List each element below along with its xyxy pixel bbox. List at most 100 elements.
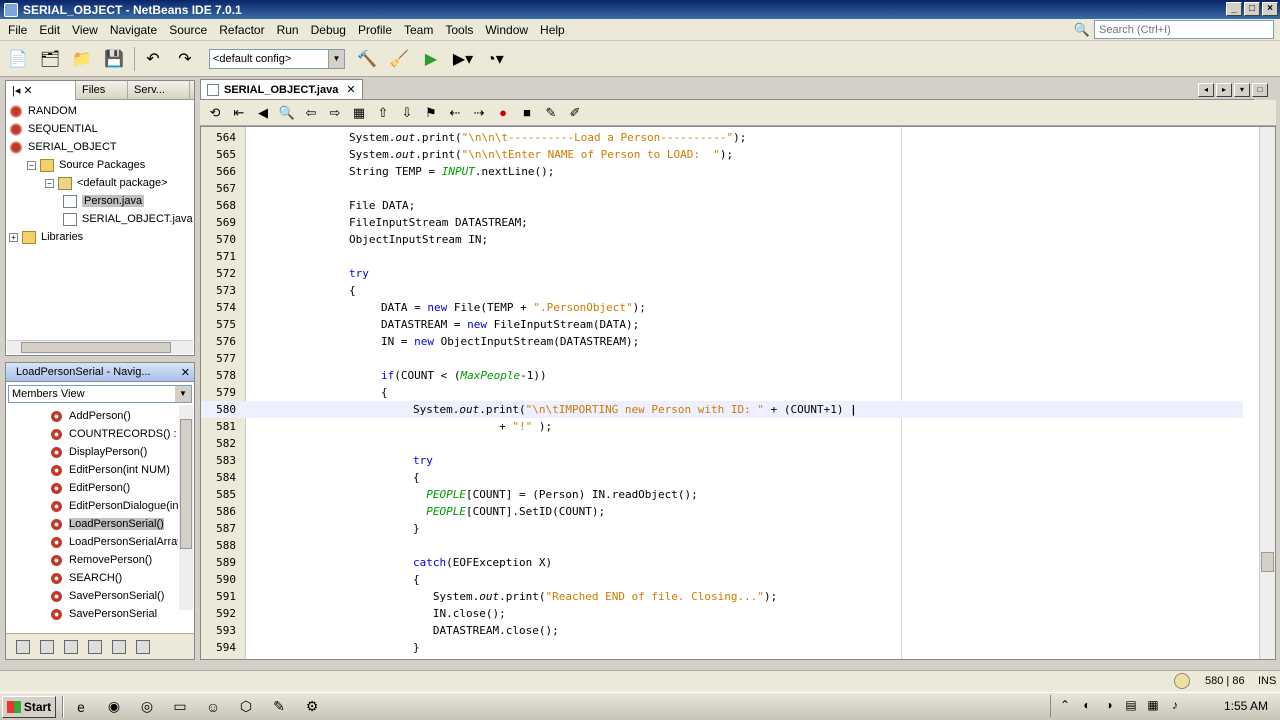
member-item[interactable]: SavePersonSerial	[6, 605, 178, 623]
show-fields-icon[interactable]	[40, 639, 54, 654]
tray-clipboard-icon[interactable]: ▤	[1123, 698, 1139, 714]
expand-icon[interactable]: −	[27, 160, 36, 170]
member-item[interactable]: RemovePerson()	[6, 551, 178, 569]
menu-debug[interactable]: Debug	[305, 23, 352, 37]
start-macro-icon[interactable]: ●	[494, 104, 512, 122]
new-file-icon[interactable]: 📄	[6, 47, 30, 71]
tab-files[interactable]: Files	[76, 80, 128, 100]
find-previous-icon[interactable]: ⇦	[302, 104, 320, 122]
close-icon[interactable]: ✕	[346, 83, 355, 96]
volume-icon[interactable]: ♪	[1167, 698, 1183, 714]
menu-run[interactable]: Run	[271, 23, 305, 37]
sort-by-source-icon[interactable]	[136, 639, 150, 654]
search-icon[interactable]: 🔍	[1070, 22, 1094, 38]
save-all-icon[interactable]: 💾	[102, 47, 126, 71]
close-button[interactable]: ×	[1262, 2, 1278, 16]
next-bookmark-icon[interactable]: ⇩	[398, 104, 416, 122]
debug-icon[interactable]: ▶▾	[451, 47, 475, 71]
member-item[interactable]: AddPerson()	[6, 407, 178, 425]
menu-source[interactable]: Source	[163, 23, 213, 37]
scroll-tabs-right-icon[interactable]: ▸	[1216, 83, 1232, 97]
member-item[interactable]: LoadPersonSerial()	[6, 515, 178, 533]
notifications-icon[interactable]	[1174, 673, 1190, 689]
menu-file[interactable]: File	[2, 23, 33, 37]
show-non-public-icon[interactable]	[88, 639, 102, 654]
maximize-button[interactable]: □	[1244, 2, 1260, 16]
tray-update-icon[interactable]: ◑	[1101, 698, 1117, 714]
show-hidden-icons-icon[interactable]: ⌃	[1057, 698, 1073, 714]
scroll-tabs-left-icon[interactable]: ◂	[1198, 83, 1214, 97]
open-project-icon[interactable]: 📁	[70, 47, 94, 71]
uncomment-icon[interactable]: ✐	[566, 104, 584, 122]
find-next-icon[interactable]: ⇨	[326, 104, 344, 122]
undo-icon[interactable]: ↶	[141, 47, 165, 71]
app-icon[interactable]: ☺	[202, 696, 224, 718]
last-edit-icon[interactable]: ⇤	[230, 104, 248, 122]
tray-app-icon[interactable]: ◐	[1079, 698, 1095, 714]
tab-services[interactable]: Serv...	[128, 80, 190, 100]
firefox-icon[interactable]: ◉	[103, 696, 125, 718]
show-static-icon[interactable]	[64, 639, 78, 654]
menu-tools[interactable]: Tools	[439, 23, 479, 37]
menu-edit[interactable]: Edit	[33, 23, 66, 37]
shift-right-icon[interactable]: ⇢	[470, 104, 488, 122]
profile-icon[interactable]: ◔▾	[483, 47, 507, 71]
search-input[interactable]	[1094, 20, 1274, 39]
member-item[interactable]: SavePersonSerial()	[6, 587, 178, 605]
menu-view[interactable]: View	[66, 23, 104, 37]
network-icon[interactable]: ▦	[1145, 698, 1161, 714]
member-item[interactable]: DisplayPerson()	[6, 443, 178, 461]
menu-window[interactable]: Window	[479, 23, 534, 37]
chrome-icon[interactable]: ◎	[136, 696, 158, 718]
member-item[interactable]: COUNTRECORDS() : int	[6, 425, 178, 443]
editor-vertical-scrollbar[interactable]	[1259, 127, 1275, 659]
expand-icon[interactable]: −	[45, 178, 54, 188]
member-item[interactable]: EditPerson()	[6, 479, 178, 497]
new-project-icon[interactable]: 🗂	[38, 47, 62, 71]
previous-bookmark-icon[interactable]: ⇧	[374, 104, 392, 122]
members-view-select[interactable]: Members View ▼	[8, 385, 192, 403]
code-editor[interactable]: 564 System.out.print("\n\n\t----------Loa…	[200, 126, 1276, 660]
tree-item[interactable]: SERIAL_OBJECT	[6, 138, 194, 156]
source-view-icon[interactable]: ⟲	[206, 104, 224, 122]
stop-macro-icon[interactable]: ■	[518, 104, 536, 122]
back-icon[interactable]: ◀	[254, 104, 272, 122]
member-item[interactable]: EditPersonDialogue(int	[6, 497, 178, 515]
navigator-vertical-scrollbar[interactable]	[179, 405, 193, 610]
tree-item[interactable]: SEQUENTIAL	[6, 120, 194, 138]
start-button[interactable]: Start	[2, 695, 56, 718]
find-icon[interactable]: 🔍	[278, 104, 296, 122]
clean-build-icon[interactable]: 🧹	[387, 47, 411, 71]
menu-refactor[interactable]: Refactor	[213, 23, 270, 37]
expand-icon[interactable]: +	[9, 232, 18, 242]
explorer-folder-icon[interactable]: ▭	[169, 696, 191, 718]
close-icon[interactable]: ✕	[181, 366, 190, 379]
tool-icon[interactable]: ⚙	[301, 696, 323, 718]
tree-item[interactable]: SERIAL_OBJECT.java	[6, 210, 194, 228]
menu-help[interactable]: Help	[534, 23, 571, 37]
run-icon[interactable]: ▶	[419, 47, 443, 71]
projects-horizontal-scrollbar[interactable]	[7, 340, 193, 354]
menu-profile[interactable]: Profile	[352, 23, 398, 37]
notepad-icon[interactable]: ✎	[268, 696, 290, 718]
config-select[interactable]: <default config> ▼	[209, 48, 345, 69]
toggle-highlight-icon[interactable]: ▦	[350, 104, 368, 122]
comment-icon[interactable]: ✎	[542, 104, 560, 122]
tab-serial-object-java[interactable]: SERIAL_OBJECT.java ✕	[200, 79, 363, 99]
tree-item[interactable]: − <default package>	[6, 174, 194, 192]
tree-item[interactable]: + Libraries	[6, 228, 194, 246]
build-icon[interactable]: 🔨	[355, 47, 379, 71]
internet-explorer-icon[interactable]: e	[70, 696, 92, 718]
menu-navigate[interactable]: Navigate	[104, 23, 163, 37]
show-opened-documents-icon[interactable]: ▾	[1234, 83, 1250, 97]
tree-item[interactable]: − Source Packages	[6, 156, 194, 174]
netbeans-taskbar-icon[interactable]: ⬡	[235, 696, 257, 718]
minimize-button[interactable]: _	[1226, 2, 1242, 16]
tree-item[interactable]: RANDOM	[6, 102, 194, 120]
tree-item[interactable]: Person.java	[6, 192, 194, 210]
redo-icon[interactable]: ↷	[173, 47, 197, 71]
member-item[interactable]: EditPerson(int NUM)	[6, 461, 178, 479]
tab-projects[interactable]: |◂ ✕	[6, 80, 76, 100]
member-item[interactable]: SEARCH()	[6, 569, 178, 587]
maximize-editor-icon[interactable]: □	[1252, 83, 1268, 97]
